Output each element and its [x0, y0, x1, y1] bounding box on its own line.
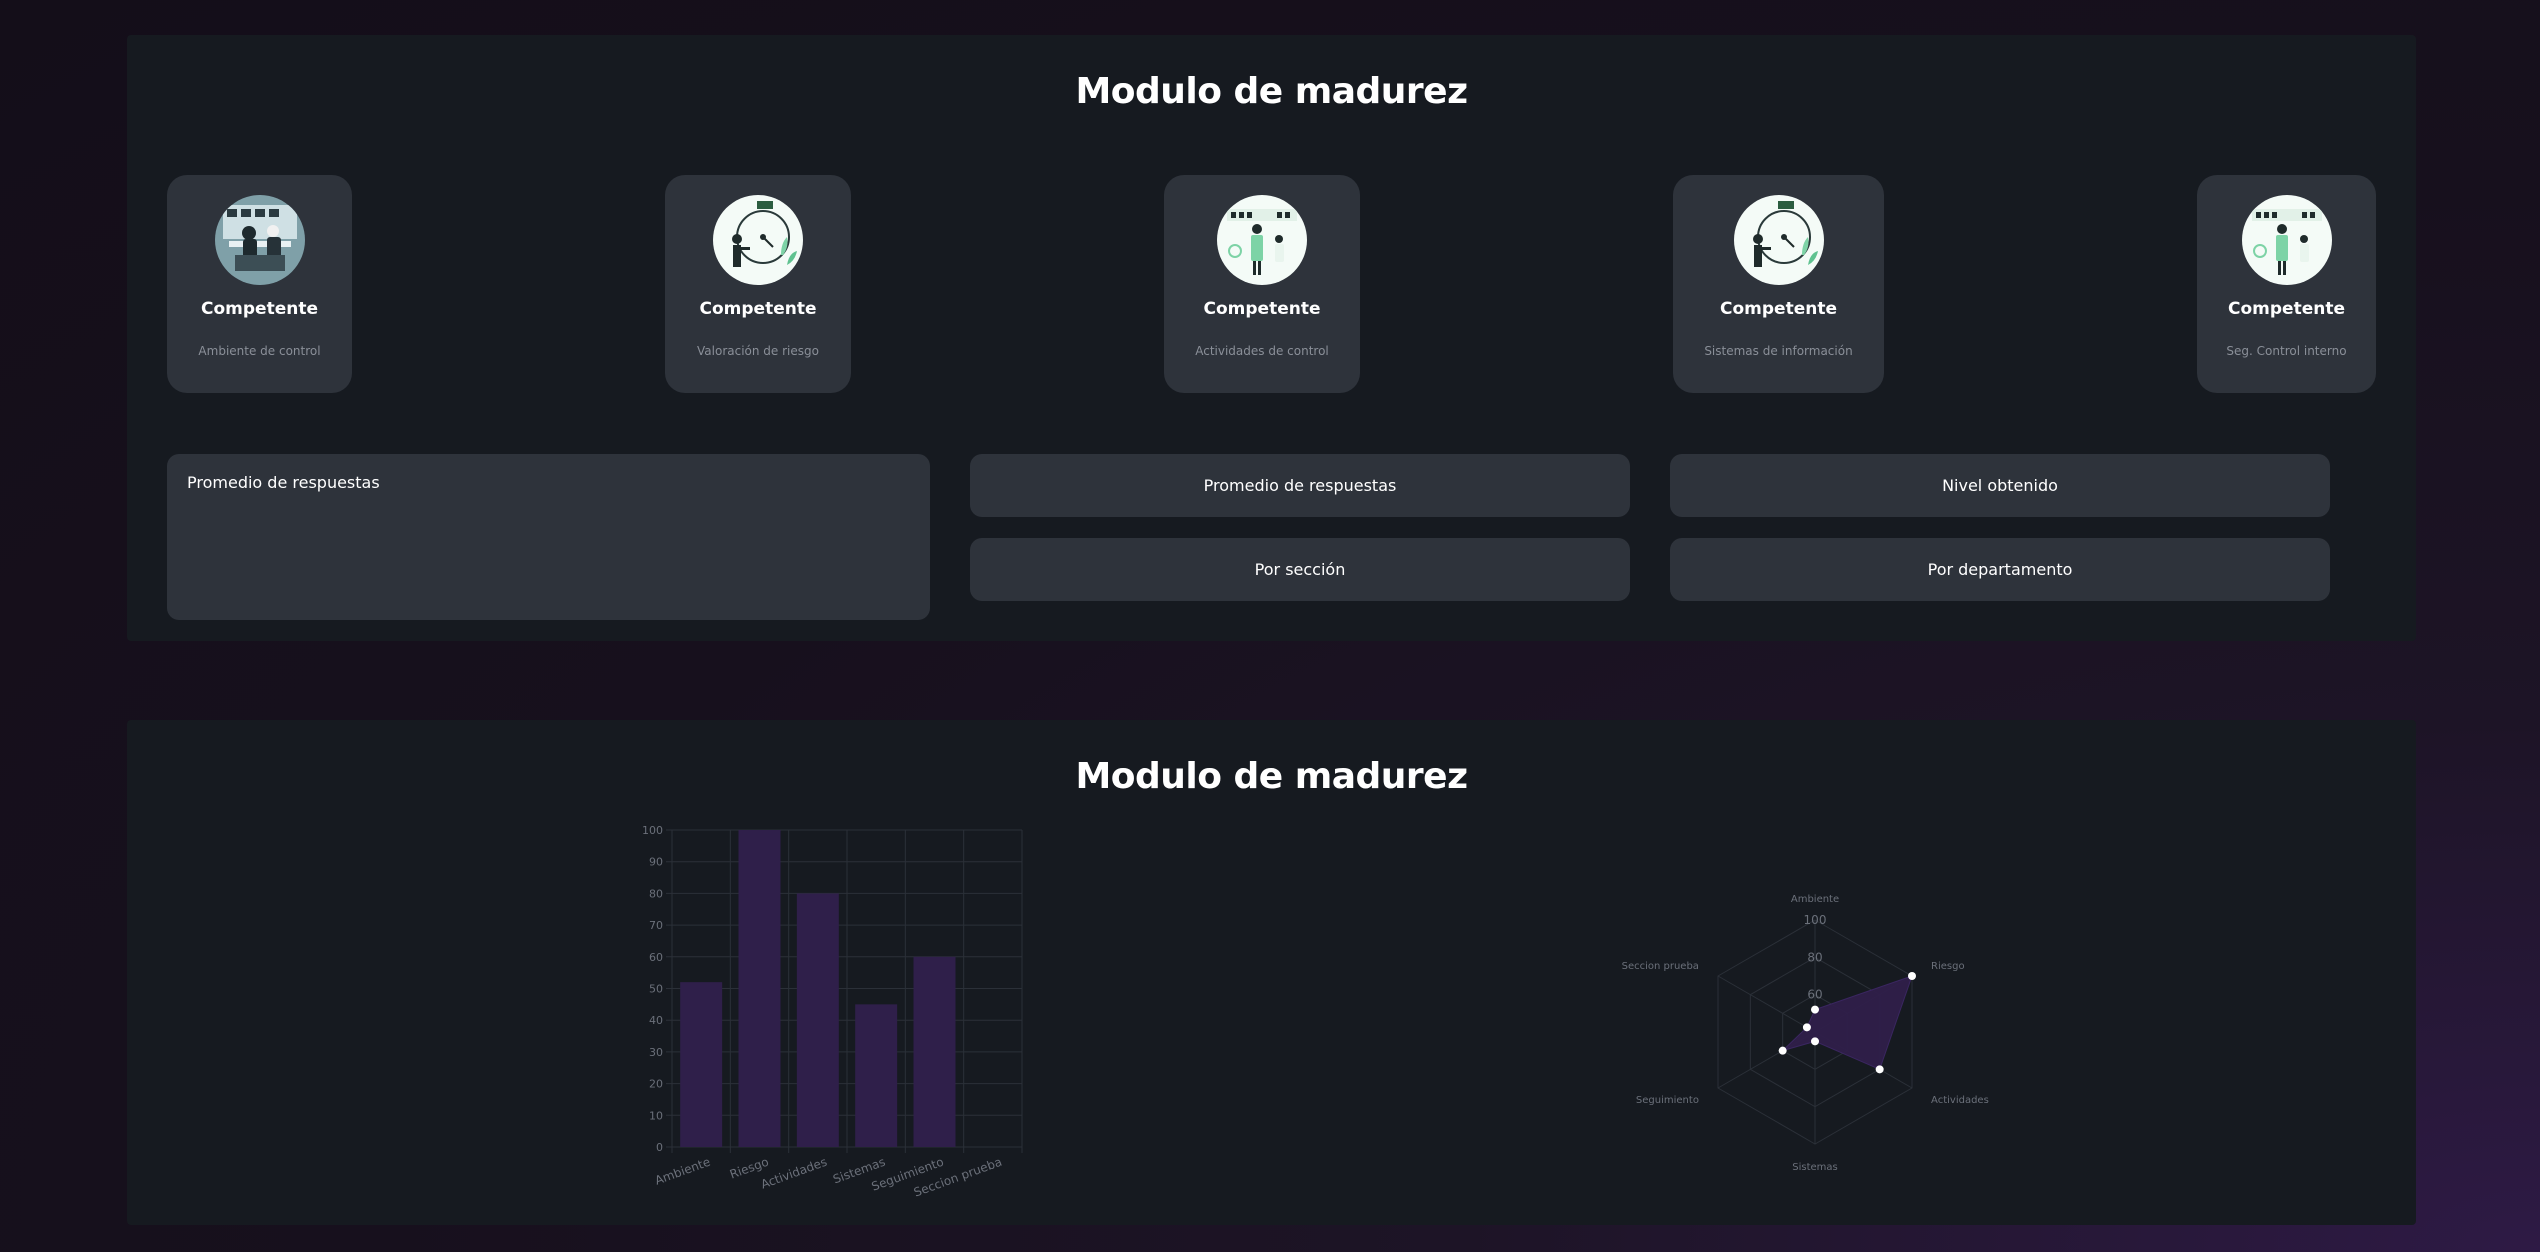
- radar-tick-label: 60: [1807, 988, 1822, 1002]
- panel-title: Modulo de madurez: [1075, 71, 1468, 112]
- card-subtitle: Actividades de control: [1195, 344, 1329, 358]
- by-department-button[interactable]: Por departamento: [1670, 538, 2330, 601]
- card-subtitle: Valoración de riesgo: [697, 344, 819, 358]
- card-subtitle: Seg. Control interno: [2226, 344, 2347, 358]
- card-ambiente-control[interactable]: Competente Ambiente de control: [167, 175, 352, 393]
- y-tick-label: 60: [649, 951, 663, 964]
- card-subtitle: Sistemas de información: [1704, 344, 1853, 358]
- card-actividades-control[interactable]: Competente Actividades de control: [1164, 175, 1360, 393]
- radar-spoke: [1717, 975, 1816, 1033]
- y-tick-label: 0: [656, 1141, 663, 1154]
- radar-category-label: Seccion prueba: [1622, 961, 1699, 972]
- bar-chart: 0102030405060708090100Ambiente RiesgoActi…: [642, 824, 1023, 1200]
- y-tick-label: 50: [649, 983, 663, 996]
- radar-chart: 60 80 100 Ambiente Riesgo Actividades Sistemas…: [1622, 894, 1989, 1173]
- by-section-button[interactable]: Por sección: [970, 538, 1630, 601]
- maturity-charts-panel: Modulo de madurez 0 10 20 30 40 50 60 70 80 90 100…: [127, 720, 2416, 1225]
- radar-category-label: Ambiente: [1791, 894, 1839, 905]
- y-tick-label: 70: [649, 919, 663, 932]
- y-tick-label: 40: [649, 1014, 663, 1027]
- average-responses-box: Promedio de respuestas: [167, 454, 930, 620]
- gauge-illustration-icon: [1733, 195, 1824, 285]
- radar-point: [1907, 972, 1916, 980]
- radar-point: [1811, 1005, 1819, 1014]
- bar: [680, 982, 723, 1147]
- radar-category-label: Actividades: [1931, 1095, 1989, 1106]
- radar-area: [1782, 975, 1913, 1071]
- y-tick-label: 90: [649, 856, 663, 869]
- card-seg-control-interno[interactable]: Competente Seg. Control interno: [2197, 175, 2376, 393]
- card-sistemas-informacion[interactable]: Competente Sistemas de información: [1673, 175, 1884, 393]
- dashboard-illustration-icon: [2241, 195, 2332, 285]
- card-title: Competente: [1203, 299, 1321, 319]
- card-title: Competente: [201, 299, 318, 319]
- bar: [796, 893, 839, 1147]
- card-title: Competente: [2228, 299, 2345, 319]
- maturity-module-panel: Modulo de madurez Competente Ambiente de…: [127, 35, 2416, 641]
- card-subtitle: Ambiente de control: [198, 344, 321, 358]
- level-obtained-button[interactable]: Nivel obtenido: [1670, 454, 2330, 517]
- gauge-illustration-icon: [713, 195, 803, 285]
- radar-category-label: Seguimiento: [1636, 1095, 1699, 1106]
- card-valoracion-riesgo[interactable]: Competente Valoración de riesgo: [665, 175, 851, 393]
- radar-point: [1778, 1046, 1787, 1055]
- radar-category-label: Riesgo: [1931, 961, 1965, 972]
- average-responses-button[interactable]: Promedio de respuestas: [970, 454, 1630, 517]
- bar: [855, 1004, 898, 1147]
- bar: [738, 830, 781, 1147]
- radar-tick-label: 100: [1804, 913, 1827, 927]
- card-title: Competente: [699, 299, 817, 319]
- x-tick-label: Actividades: [759, 1155, 829, 1192]
- card-title: Competente: [1720, 299, 1837, 319]
- bar: [913, 956, 956, 1147]
- radar-tick-label: 80: [1807, 950, 1822, 964]
- x-tick-label: Ambiente: [653, 1155, 712, 1188]
- radar-point: [1875, 1065, 1884, 1074]
- y-tick-label: 20: [649, 1078, 663, 1091]
- y-tick-label: 10: [649, 1109, 663, 1122]
- panel-title: Modulo de madurez: [1075, 756, 1468, 797]
- y-tick-label: 30: [649, 1046, 663, 1059]
- dashboard-illustration-icon: [1217, 195, 1307, 285]
- y-tick-label: 80: [649, 887, 663, 900]
- office-workers-illustration-icon: [214, 195, 305, 285]
- average-responses-label: Promedio de respuestas: [187, 473, 380, 492]
- radar-point: [1802, 1023, 1811, 1032]
- y-tick-label: 100: [642, 824, 663, 837]
- radar-point: [1811, 1037, 1819, 1046]
- radar-category-label: Sistemas: [1792, 1162, 1838, 1173]
